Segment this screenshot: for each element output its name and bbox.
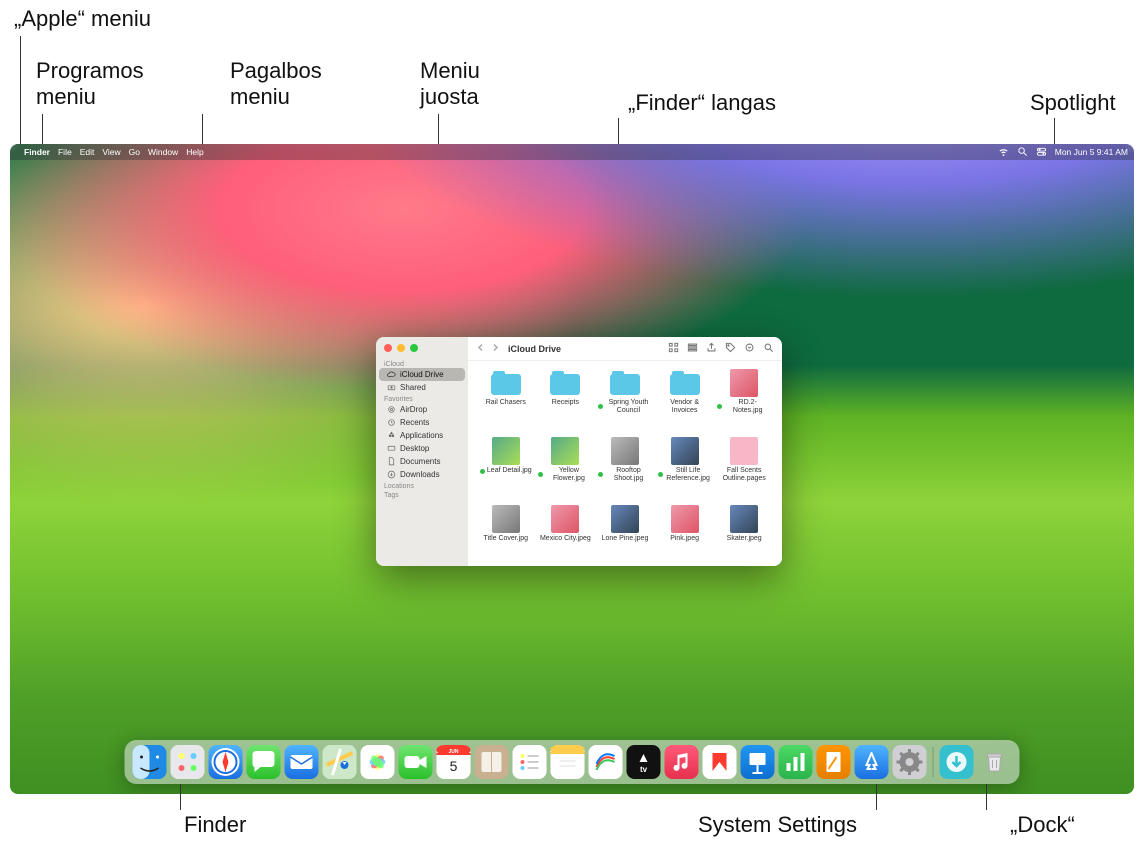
- dock-notes[interactable]: [551, 745, 585, 779]
- dock-separator: [933, 747, 934, 777]
- tag-button[interactable]: [725, 342, 736, 355]
- wifi-icon[interactable]: [998, 146, 1009, 159]
- file-item[interactable]: Rooftop Shoot.jpg: [597, 437, 653, 501]
- sidebar-group: Locations: [376, 481, 468, 490]
- file-item[interactable]: Lone Pine.jpeg: [597, 505, 653, 562]
- sidebar-item-documents[interactable]: Documents: [379, 455, 465, 468]
- callout-dock: „Dock“: [1010, 812, 1075, 838]
- sidebar-group: Favorites: [376, 394, 468, 403]
- file-item[interactable]: Fall Scents Outline.pages: [716, 437, 772, 501]
- dock-messages[interactable]: [247, 745, 281, 779]
- menu-bar-datetime[interactable]: Mon Jun 5 9:41 AM: [1055, 147, 1128, 157]
- dock-safari[interactable]: [209, 745, 243, 779]
- callout-app-menu: Programos meniu: [36, 58, 144, 111]
- dock-downloads[interactable]: [940, 745, 974, 779]
- dock-pages[interactable]: [817, 745, 851, 779]
- file-item[interactable]: Leaf Detail.jpg: [478, 437, 534, 501]
- menu-bar: Finder File Edit View Go Window Help Mon…: [10, 144, 1134, 160]
- file-item[interactable]: Title Cover.jpg: [478, 505, 534, 562]
- menu-window[interactable]: Window: [148, 147, 178, 157]
- menu-edit[interactable]: Edit: [80, 147, 95, 157]
- sidebar-item-applications[interactable]: Applications: [379, 429, 465, 442]
- share-button[interactable]: [706, 342, 717, 355]
- finder-toolbar: iCloud Drive: [468, 337, 782, 361]
- callout-apple-menu: „Apple“ meniu: [14, 6, 151, 32]
- dock-freeform[interactable]: [589, 745, 623, 779]
- sidebar-group: iCloud: [376, 359, 468, 368]
- control-center-icon[interactable]: [1036, 146, 1047, 159]
- dock-keynote[interactable]: [741, 745, 775, 779]
- callout-system-settings: System Settings: [698, 812, 857, 838]
- dock-contacts[interactable]: [475, 745, 509, 779]
- sidebar-item-desktop[interactable]: Desktop: [379, 442, 465, 455]
- back-button[interactable]: [476, 343, 485, 354]
- sidebar-item-recents[interactable]: Recents: [379, 416, 465, 429]
- dock-app-store[interactable]: [855, 745, 889, 779]
- file-item[interactable]: Skater.jpeg: [716, 505, 772, 562]
- dock: JUN 5 tv: [125, 740, 1020, 784]
- file-item[interactable]: Still Life Reference.jpg: [657, 437, 713, 501]
- sidebar-group: Tags: [376, 490, 468, 499]
- dock-photos[interactable]: [361, 745, 395, 779]
- file-item[interactable]: Mexico City.jpeg: [538, 505, 594, 562]
- file-item[interactable]: Receipts: [538, 369, 594, 433]
- file-item[interactable]: Yellow Flower.jpg: [538, 437, 594, 501]
- macos-desktop: Finder File Edit View Go Window Help Mon…: [10, 144, 1134, 794]
- view-icons-button[interactable]: [668, 342, 679, 355]
- dock-maps[interactable]: [323, 745, 357, 779]
- close-button[interactable]: [384, 344, 392, 352]
- app-menu[interactable]: Finder: [24, 147, 50, 157]
- svg-text:5: 5: [450, 758, 458, 774]
- forward-button[interactable]: [491, 343, 500, 354]
- callout-finder-window: „Finder“ langas: [628, 90, 776, 116]
- fullscreen-button[interactable]: [410, 344, 418, 352]
- menu-help[interactable]: Help: [186, 147, 203, 157]
- file-item[interactable]: Vendor & Invoices: [657, 369, 713, 433]
- menu-file[interactable]: File: [58, 147, 72, 157]
- callout-spotlight: Spotlight: [1030, 90, 1116, 116]
- finder-title: iCloud Drive: [508, 344, 561, 354]
- dock-trash[interactable]: [978, 745, 1012, 779]
- dock-music[interactable]: [665, 745, 699, 779]
- dock-mail[interactable]: [285, 745, 319, 779]
- menu-view[interactable]: View: [102, 147, 120, 157]
- spotlight-icon[interactable]: [1017, 146, 1028, 159]
- finder-icon-grid: Rail ChasersReceiptsSpring Youth Council…: [468, 361, 782, 566]
- file-item[interactable]: Rail Chasers: [478, 369, 534, 433]
- action-button[interactable]: [744, 342, 755, 355]
- search-button[interactable]: [763, 342, 774, 355]
- dock-news[interactable]: [703, 745, 737, 779]
- svg-text:JUN: JUN: [448, 749, 458, 755]
- file-item[interactable]: Pink.jpeg: [657, 505, 713, 562]
- sidebar-item-shared[interactable]: Shared: [379, 381, 465, 394]
- dock-launchpad[interactable]: [171, 745, 205, 779]
- menu-go[interactable]: Go: [129, 147, 140, 157]
- dock-calendar[interactable]: JUN 5: [437, 745, 471, 779]
- finder-window: iCloudiCloud DriveSharedFavoritesAirDrop…: [376, 337, 782, 566]
- dock-finder[interactable]: [133, 745, 167, 779]
- svg-text:tv: tv: [640, 765, 648, 774]
- sidebar-item-icloud-drive[interactable]: iCloud Drive: [379, 368, 465, 381]
- dock-system-settings[interactable]: [893, 745, 927, 779]
- dock-numbers[interactable]: [779, 745, 813, 779]
- sidebar-item-downloads[interactable]: Downloads: [379, 468, 465, 481]
- window-controls: [376, 337, 468, 359]
- dock-tv[interactable]: tv: [627, 745, 661, 779]
- dock-reminders[interactable]: [513, 745, 547, 779]
- file-item[interactable]: Spring Youth Council: [597, 369, 653, 433]
- sidebar-item-airdrop[interactable]: AirDrop: [379, 403, 465, 416]
- file-item[interactable]: RD.2-Notes.jpg: [716, 369, 772, 433]
- callout-menu-bar: Meniu juosta: [420, 58, 480, 111]
- callout-finder-dock: Finder: [184, 812, 246, 838]
- dock-facetime[interactable]: [399, 745, 433, 779]
- finder-sidebar: iCloudiCloud DriveSharedFavoritesAirDrop…: [376, 337, 468, 566]
- callout-help-menu: Pagalbos meniu: [230, 58, 322, 111]
- minimize-button[interactable]: [397, 344, 405, 352]
- group-button[interactable]: [687, 342, 698, 355]
